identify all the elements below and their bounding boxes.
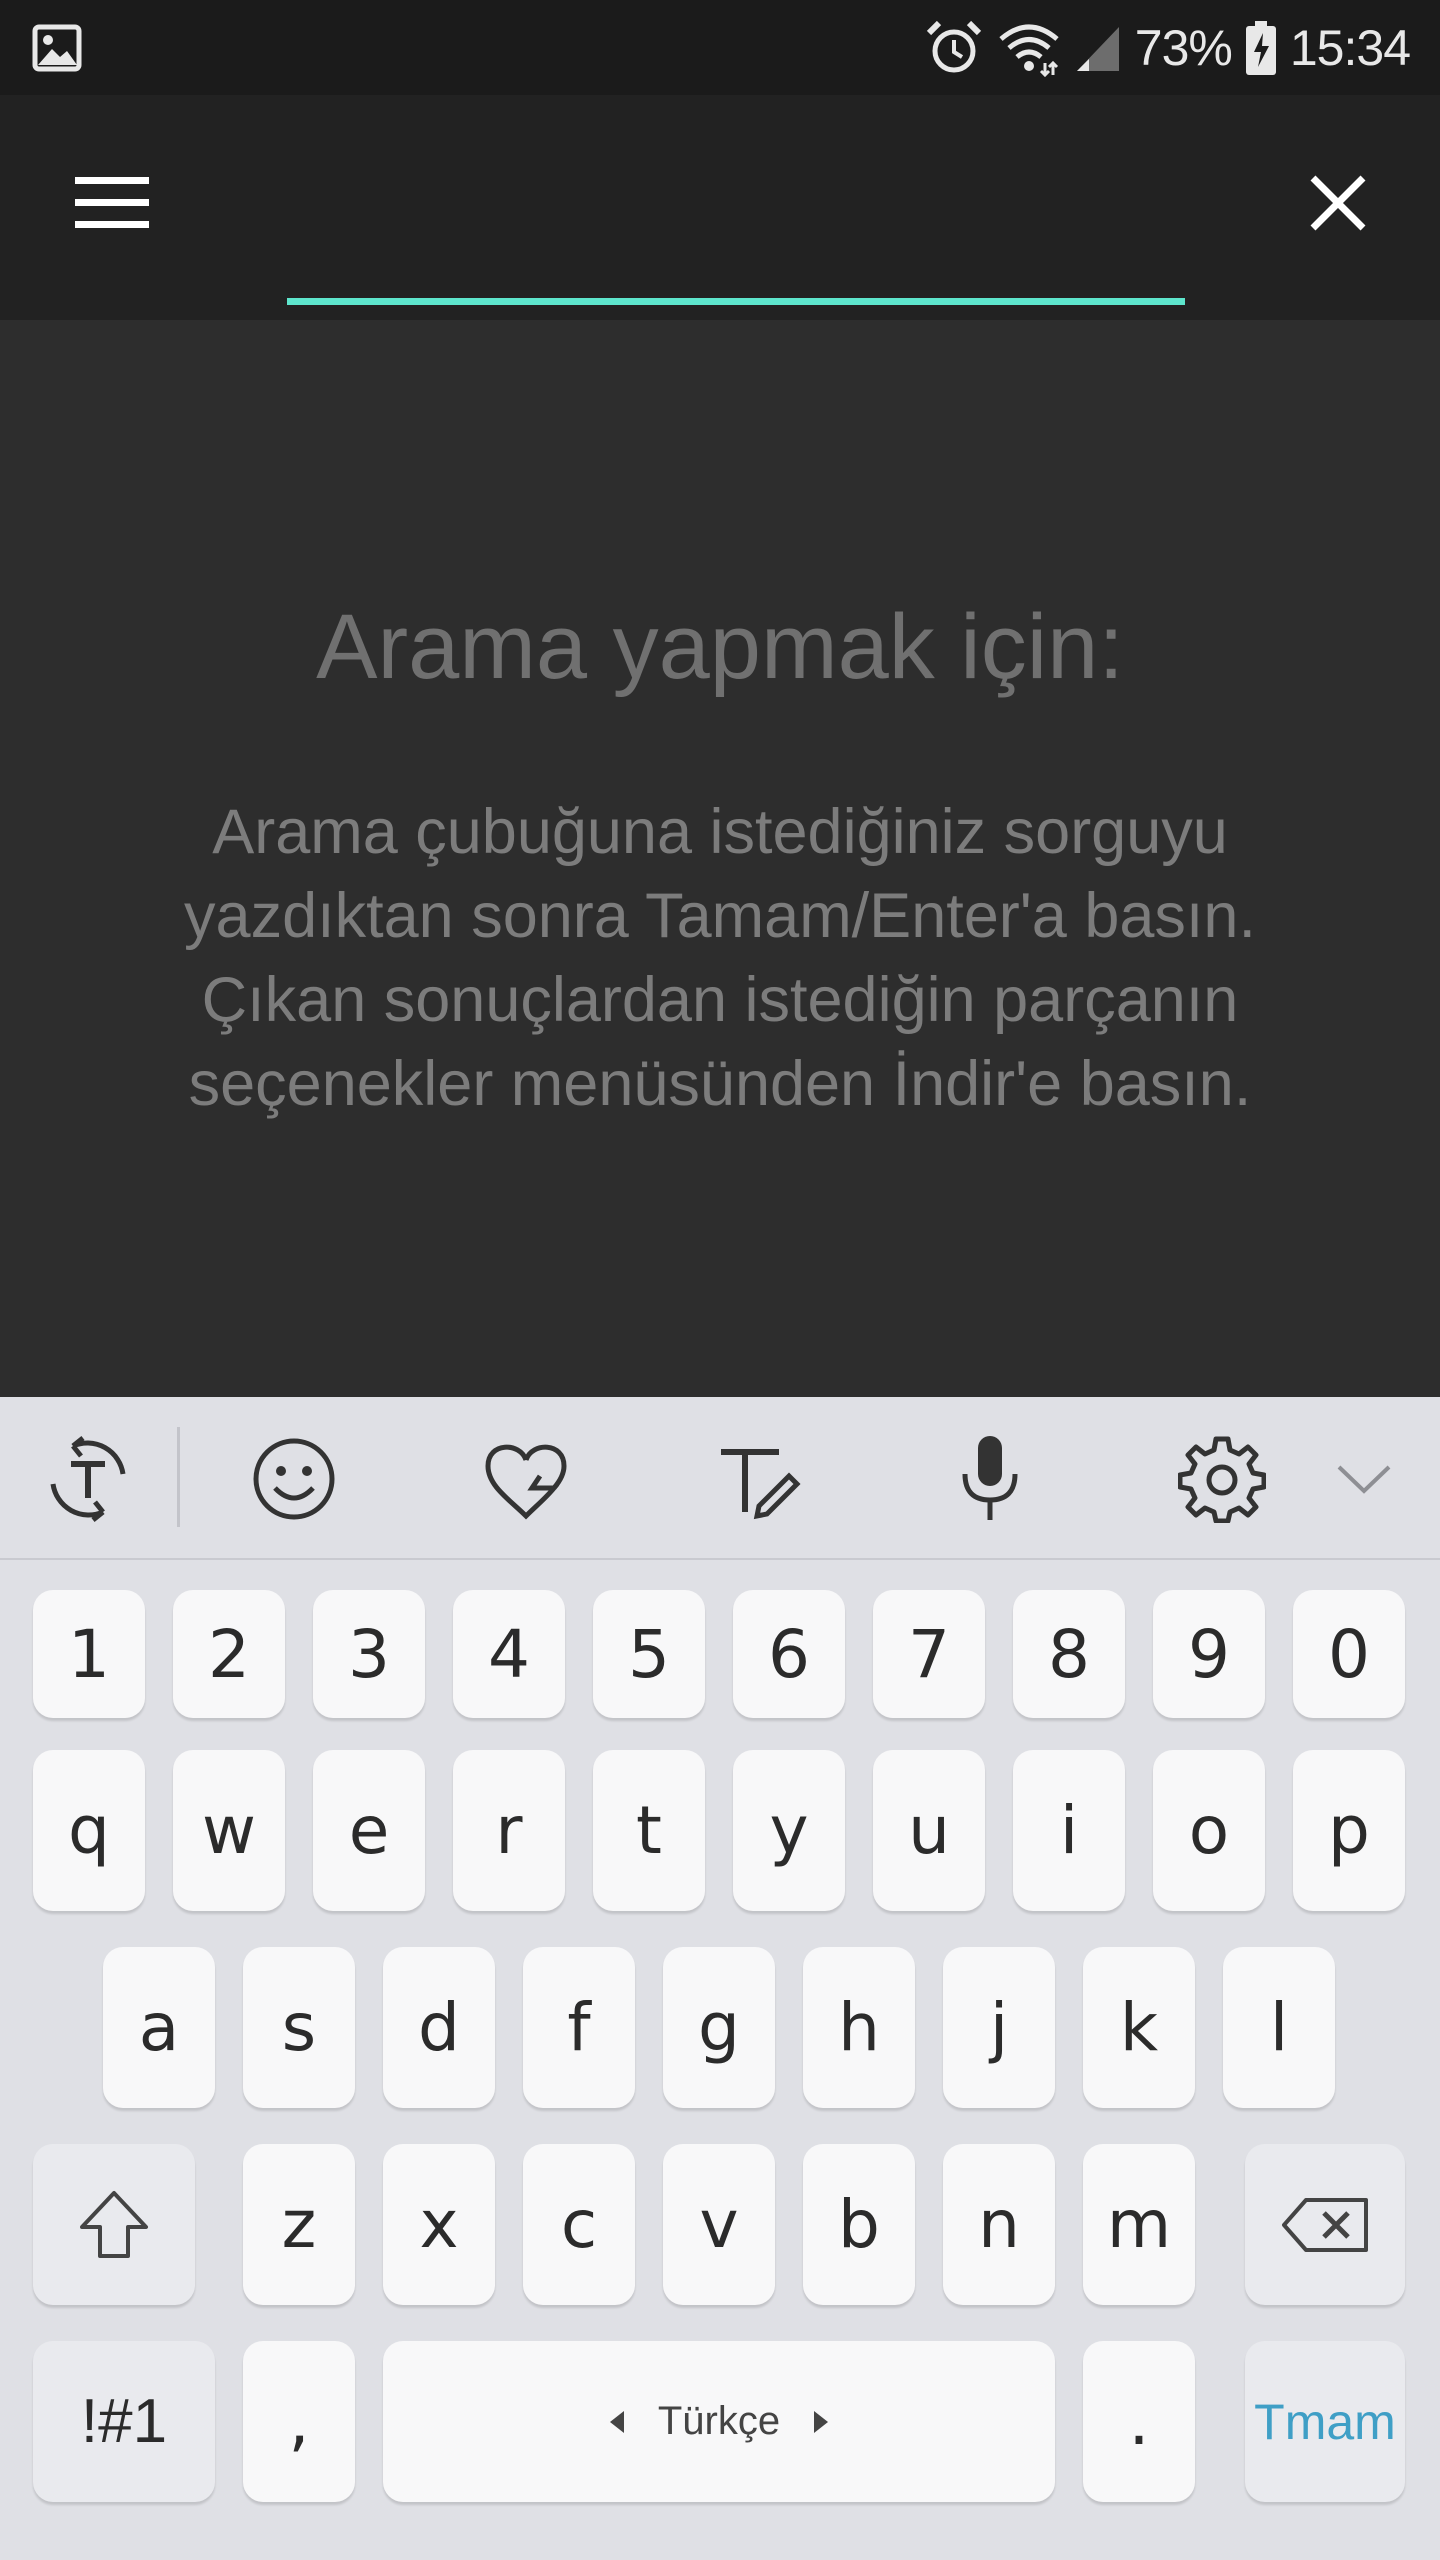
shift-key[interactable] bbox=[33, 2144, 195, 2305]
status-bar: 73% 15:34 bbox=[0, 0, 1440, 95]
app-bar bbox=[0, 95, 1440, 320]
handwriting-icon bbox=[721, 1449, 801, 1520]
key-t[interactable]: t bbox=[593, 1750, 705, 1911]
comma-key[interactable]: , bbox=[243, 2341, 355, 2502]
toolbar-divider bbox=[177, 1427, 180, 1527]
key-i[interactable]: i bbox=[1013, 1750, 1125, 1911]
translate-button[interactable] bbox=[36, 1427, 140, 1531]
period-key[interactable]: . bbox=[1083, 2341, 1195, 2502]
help-text: Arama çubuğuna istediğiniz sorguyu yazdı… bbox=[184, 797, 1256, 1119]
key-g[interactable]: g bbox=[663, 1947, 775, 2108]
key-l[interactable]: l bbox=[1223, 1947, 1335, 2108]
clock: 15:34 bbox=[1289, 19, 1411, 76]
key-4[interactable]: 4 bbox=[453, 1590, 565, 1718]
space-key[interactable]: Türkçe bbox=[383, 2341, 1055, 2502]
translate-icon bbox=[50, 1436, 126, 1522]
hide-keyboard-button[interactable] bbox=[1312, 1427, 1416, 1531]
done-key[interactable]: Tmam bbox=[1245, 2341, 1405, 2502]
key-s[interactable]: s bbox=[243, 1947, 355, 2108]
microphone-icon bbox=[962, 1436, 1018, 1520]
search-input[interactable] bbox=[287, 155, 1185, 305]
arrow-left-icon bbox=[609, 2410, 624, 2433]
menu-button[interactable] bbox=[60, 155, 164, 251]
key-v[interactable]: v bbox=[663, 2144, 775, 2305]
key-b[interactable]: b bbox=[803, 2144, 915, 2305]
help-title: Arama yapmak için: bbox=[316, 596, 1124, 698]
menu-icon bbox=[75, 177, 149, 228]
space-language-label: Türkçe bbox=[657, 2399, 781, 2443]
key-d[interactable]: d bbox=[383, 1947, 495, 2108]
voice-input-button[interactable] bbox=[938, 1427, 1042, 1531]
search-help: Arama yapmak için: Arama çubuğuna istedi… bbox=[0, 320, 1440, 1397]
wifi-icon bbox=[999, 24, 1059, 77]
key-y[interactable]: y bbox=[733, 1750, 845, 1911]
key-q[interactable]: q bbox=[33, 1750, 145, 1911]
key-u[interactable]: u bbox=[873, 1750, 985, 1911]
close-icon bbox=[1310, 175, 1366, 231]
keyboard-toolbar bbox=[0, 1397, 1440, 1560]
key-h[interactable]: h bbox=[803, 1947, 915, 2108]
sticker-button[interactable] bbox=[474, 1427, 578, 1531]
chevron-down-icon bbox=[1337, 1465, 1391, 1494]
backspace-key[interactable] bbox=[1245, 2144, 1405, 2305]
emoji-button[interactable] bbox=[242, 1427, 346, 1531]
alarm-icon bbox=[926, 20, 981, 72]
key-f[interactable]: f bbox=[523, 1947, 635, 2108]
key-k[interactable]: k bbox=[1083, 1947, 1195, 2108]
sticker-heart-icon bbox=[485, 1444, 567, 1520]
handwriting-button[interactable] bbox=[706, 1427, 810, 1531]
close-button[interactable] bbox=[1286, 155, 1390, 251]
key-c[interactable]: c bbox=[523, 2144, 635, 2305]
key-r[interactable]: r bbox=[453, 1750, 565, 1911]
key-n[interactable]: n bbox=[943, 2144, 1055, 2305]
gallery-icon bbox=[32, 24, 82, 72]
key-6[interactable]: 6 bbox=[733, 1590, 845, 1718]
arrow-right-icon bbox=[814, 2410, 829, 2433]
key-a[interactable]: a bbox=[103, 1947, 215, 2108]
key-w[interactable]: w bbox=[173, 1750, 285, 1911]
emoji-icon bbox=[253, 1438, 335, 1520]
key-0[interactable]: 0 bbox=[1293, 1590, 1405, 1718]
key-8[interactable]: 8 bbox=[1013, 1590, 1125, 1718]
key-x[interactable]: x bbox=[383, 2144, 495, 2305]
key-e[interactable]: e bbox=[313, 1750, 425, 1911]
key-3[interactable]: 3 bbox=[313, 1590, 425, 1718]
key-o[interactable]: o bbox=[1153, 1750, 1265, 1911]
key-p[interactable]: p bbox=[1293, 1750, 1405, 1911]
key-m[interactable]: m bbox=[1083, 2144, 1195, 2305]
shift-icon bbox=[80, 2190, 148, 2258]
key-2[interactable]: 2 bbox=[173, 1590, 285, 1718]
battery-percent: 73% bbox=[1134, 19, 1233, 76]
key-7[interactable]: 7 bbox=[873, 1590, 985, 1718]
symbols-key[interactable]: !#1 bbox=[33, 2341, 215, 2502]
key-j[interactable]: j bbox=[943, 1947, 1055, 2108]
key-5[interactable]: 5 bbox=[593, 1590, 705, 1718]
key-9[interactable]: 9 bbox=[1153, 1590, 1265, 1718]
keyboard: 1 2 3 4 5 6 7 8 9 0 q w e r t y u i o p … bbox=[0, 1397, 1440, 2560]
settings-icon bbox=[1178, 1436, 1266, 1523]
backspace-icon bbox=[1282, 2197, 1368, 2252]
key-1[interactable]: 1 bbox=[33, 1590, 145, 1718]
battery-charging-icon bbox=[1245, 20, 1276, 75]
key-z[interactable]: z bbox=[243, 2144, 355, 2305]
keyboard-settings-button[interactable] bbox=[1170, 1427, 1274, 1531]
signal-icon bbox=[1076, 26, 1119, 71]
